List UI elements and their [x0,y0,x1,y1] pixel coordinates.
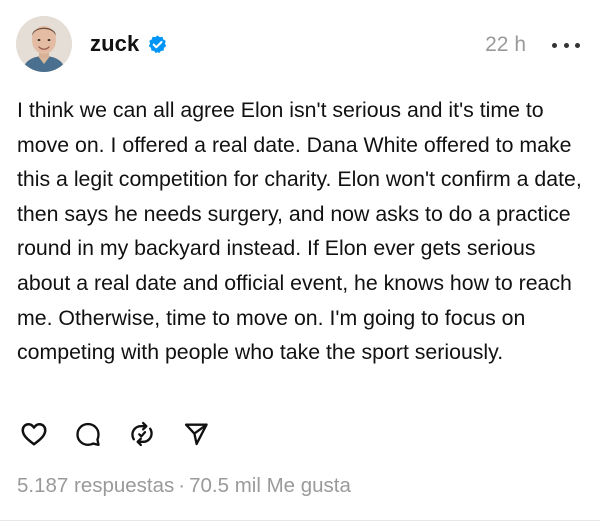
more-dot [552,42,557,48]
more-dot [575,42,580,48]
share-button[interactable] [178,416,214,452]
thread-post: zuck 22 h I think we can all agree Elon … [0,0,600,526]
post-stats: 5.187 respuestas · 70.5 mil Me gusta [17,473,351,499]
more-icon[interactable] [552,35,580,55]
reply-button[interactable] [70,416,106,452]
post-text: I think we can all agree Elon isn't seri… [17,98,582,365]
post-actions [16,416,214,452]
heart-icon [21,423,47,446]
profile-photo-icon [16,16,72,72]
like-button[interactable] [16,416,52,452]
divider [0,520,600,521]
stats-separator: · [178,474,186,497]
more-dot [563,42,569,48]
username[interactable]: zuck [90,30,139,58]
avatar[interactable] [16,16,72,72]
post-timestamp: 22 h [485,33,526,56]
replies-count[interactable]: 5.187 respuestas [17,474,174,497]
verified-badge-icon [148,35,167,54]
likes-count[interactable]: 70.5 mil Me gusta [189,474,351,497]
send-icon [184,423,208,446]
comment-icon [76,422,100,447]
repost-icon [131,421,153,447]
repost-button[interactable] [124,416,160,452]
